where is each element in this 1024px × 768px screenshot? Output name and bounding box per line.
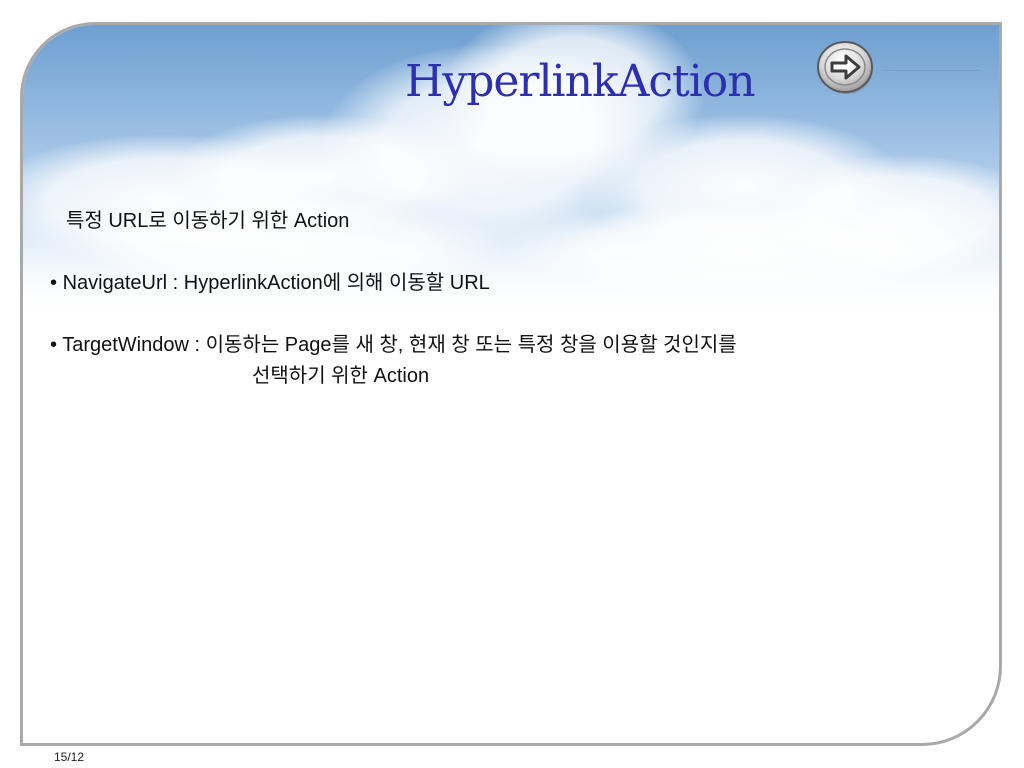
bullet-desc: 이동하는 Page를 새 창, 현재 창 또는 특정 창을 이용할 것인지를	[205, 334, 737, 356]
bullet-term: TargetWindow :	[62, 334, 201, 356]
page-number: 15/12	[54, 750, 85, 764]
bullet-desc-continuation: 선택하기 위한 Action	[252, 365, 430, 387]
slide-content: 특정 URL로 이동하기 위한 Action • NavigateUrl : H…	[0, 0, 1024, 768]
bullet-term: NavigateUrl :	[62, 272, 179, 294]
bullet-desc: HyperlinkAction에 의해 이동할 URL	[183, 272, 490, 294]
bullet-navigateurl: • NavigateUrl : HyperlinkAction에 의해 이동할 …	[50, 270, 490, 296]
bullet-marker: •	[50, 334, 58, 356]
intro-text: 특정 URL로 이동하기 위한 Action	[66, 210, 350, 232]
bullet-marker: •	[50, 272, 58, 294]
bullet-targetwindow: • TargetWindow : 이동하는 Page를 새 창, 현재 창 또는…	[50, 332, 737, 358]
